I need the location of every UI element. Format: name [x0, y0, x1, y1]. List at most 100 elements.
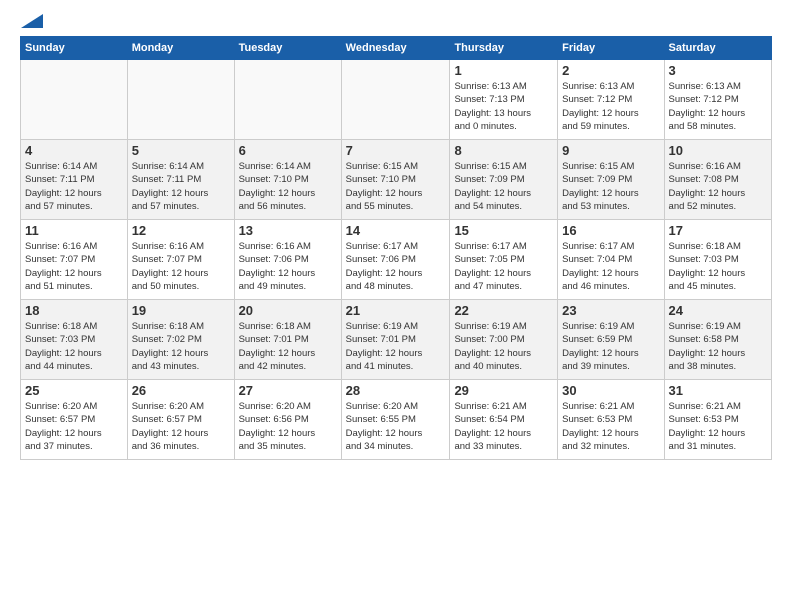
day-info: Sunrise: 6:15 AM Sunset: 7:09 PM Dayligh… [562, 160, 659, 213]
day-number: 22 [454, 303, 553, 318]
header [20, 16, 772, 28]
table-row: 21Sunrise: 6:19 AM Sunset: 7:01 PM Dayli… [341, 300, 450, 380]
day-info: Sunrise: 6:21 AM Sunset: 6:53 PM Dayligh… [562, 400, 659, 453]
calendar: Sunday Monday Tuesday Wednesday Thursday… [20, 36, 772, 460]
header-monday: Monday [127, 37, 234, 60]
header-tuesday: Tuesday [234, 37, 341, 60]
day-number: 12 [132, 223, 230, 238]
day-info: Sunrise: 6:18 AM Sunset: 7:02 PM Dayligh… [132, 320, 230, 373]
table-row [127, 60, 234, 140]
day-number: 7 [346, 143, 446, 158]
table-row: 11Sunrise: 6:16 AM Sunset: 7:07 PM Dayli… [21, 220, 128, 300]
day-info: Sunrise: 6:19 AM Sunset: 6:59 PM Dayligh… [562, 320, 659, 373]
day-number: 5 [132, 143, 230, 158]
table-row: 3 Sunrise: 6:13 AM Sunset: 7:12 PM Daylig… [664, 60, 771, 140]
table-row: 20 Sunrise: 6:18 AM Sunset: 7:01 PM Dayli… [234, 300, 341, 380]
table-row: 30Sunrise: 6:21 AM Sunset: 6:53 PM Dayli… [558, 380, 664, 460]
table-row: 13 Sunrise: 6:16 AM Sunset: 7:06 PM Dayli… [234, 220, 341, 300]
day-info: Sunrise: 6:14 AM Sunset: 7:11 PM Dayligh… [132, 160, 230, 213]
table-row: 23Sunrise: 6:19 AM Sunset: 6:59 PM Dayli… [558, 300, 664, 380]
day-number: 28 [346, 383, 446, 398]
table-row: 31Sunrise: 6:21 AM Sunset: 6:53 PM Dayli… [664, 380, 771, 460]
header-friday: Friday [558, 37, 664, 60]
day-info: Sunrise: 6:15 AM Sunset: 7:10 PM Dayligh… [346, 160, 446, 213]
day-number: 2 [562, 63, 659, 78]
table-row [21, 60, 128, 140]
day-info: Sunrise: 6:13 AM Sunset: 7:13 PM Dayligh… [454, 80, 553, 133]
table-row: 8 Sunrise: 6:15 AM Sunset: 7:09 PM Daylig… [450, 140, 558, 220]
header-saturday: Saturday [664, 37, 771, 60]
calendar-week-row: 25 Sunrise: 6:20 AM Sunset: 6:57 PM Dayli… [21, 380, 772, 460]
table-row: 19 Sunrise: 6:18 AM Sunset: 7:02 PM Dayli… [127, 300, 234, 380]
day-info: Sunrise: 6:19 AM Sunset: 7:01 PM Dayligh… [346, 320, 446, 373]
day-info: Sunrise: 6:20 AM Sunset: 6:55 PM Dayligh… [346, 400, 446, 453]
day-info: Sunrise: 6:16 AM Sunset: 7:07 PM Dayligh… [132, 240, 230, 293]
table-row: 10 Sunrise: 6:16 AM Sunset: 7:08 PM Dayli… [664, 140, 771, 220]
day-number: 14 [346, 223, 446, 238]
day-info: Sunrise: 6:18 AM Sunset: 7:01 PM Dayligh… [239, 320, 337, 373]
day-info: Sunrise: 6:14 AM Sunset: 7:11 PM Dayligh… [25, 160, 123, 213]
day-info: Sunrise: 6:20 AM Sunset: 6:57 PM Dayligh… [25, 400, 123, 453]
logo-icon [21, 14, 43, 28]
day-number: 27 [239, 383, 337, 398]
calendar-week-row: 4 Sunrise: 6:14 AM Sunset: 7:11 PM Daylig… [21, 140, 772, 220]
calendar-week-row: 11Sunrise: 6:16 AM Sunset: 7:07 PM Dayli… [21, 220, 772, 300]
table-row: 28 Sunrise: 6:20 AM Sunset: 6:55 PM Dayli… [341, 380, 450, 460]
day-number: 18 [25, 303, 123, 318]
day-info: Sunrise: 6:17 AM Sunset: 7:04 PM Dayligh… [562, 240, 659, 293]
day-info: Sunrise: 6:15 AM Sunset: 7:09 PM Dayligh… [454, 160, 553, 213]
days-header-row: Sunday Monday Tuesday Wednesday Thursday… [21, 37, 772, 60]
day-number: 24 [669, 303, 767, 318]
table-row: 9 Sunrise: 6:15 AM Sunset: 7:09 PM Daylig… [558, 140, 664, 220]
day-number: 16 [562, 223, 659, 238]
day-number: 20 [239, 303, 337, 318]
table-row: 14 Sunrise: 6:17 AM Sunset: 7:06 PM Dayli… [341, 220, 450, 300]
day-info: Sunrise: 6:13 AM Sunset: 7:12 PM Dayligh… [669, 80, 767, 133]
page: Sunday Monday Tuesday Wednesday Thursday… [0, 0, 792, 612]
day-number: 8 [454, 143, 553, 158]
day-number: 25 [25, 383, 123, 398]
day-info: Sunrise: 6:17 AM Sunset: 7:06 PM Dayligh… [346, 240, 446, 293]
day-info: Sunrise: 6:13 AM Sunset: 7:12 PM Dayligh… [562, 80, 659, 133]
day-info: Sunrise: 6:16 AM Sunset: 7:07 PM Dayligh… [25, 240, 123, 293]
table-row: 12 Sunrise: 6:16 AM Sunset: 7:07 PM Dayli… [127, 220, 234, 300]
day-info: Sunrise: 6:18 AM Sunset: 7:03 PM Dayligh… [25, 320, 123, 373]
header-wednesday: Wednesday [341, 37, 450, 60]
table-row: 7 Sunrise: 6:15 AM Sunset: 7:10 PM Daylig… [341, 140, 450, 220]
day-number: 31 [669, 383, 767, 398]
day-number: 1 [454, 63, 553, 78]
day-number: 17 [669, 223, 767, 238]
day-number: 10 [669, 143, 767, 158]
day-number: 6 [239, 143, 337, 158]
day-info: Sunrise: 6:19 AM Sunset: 7:00 PM Dayligh… [454, 320, 553, 373]
day-number: 4 [25, 143, 123, 158]
day-info: Sunrise: 6:18 AM Sunset: 7:03 PM Dayligh… [669, 240, 767, 293]
day-info: Sunrise: 6:16 AM Sunset: 7:06 PM Dayligh… [239, 240, 337, 293]
table-row [341, 60, 450, 140]
table-row: 1 Sunrise: 6:13 AM Sunset: 7:13 PM Daylig… [450, 60, 558, 140]
calendar-week-row: 1 Sunrise: 6:13 AM Sunset: 7:13 PM Daylig… [21, 60, 772, 140]
day-info: Sunrise: 6:14 AM Sunset: 7:10 PM Dayligh… [239, 160, 337, 213]
day-info: Sunrise: 6:17 AM Sunset: 7:05 PM Dayligh… [454, 240, 553, 293]
header-sunday: Sunday [21, 37, 128, 60]
day-info: Sunrise: 6:16 AM Sunset: 7:08 PM Dayligh… [669, 160, 767, 213]
table-row: 17 Sunrise: 6:18 AM Sunset: 7:03 PM Dayli… [664, 220, 771, 300]
table-row: 22 Sunrise: 6:19 AM Sunset: 7:00 PM Dayli… [450, 300, 558, 380]
table-row: 6 Sunrise: 6:14 AM Sunset: 7:10 PM Daylig… [234, 140, 341, 220]
day-number: 9 [562, 143, 659, 158]
table-row: 18 Sunrise: 6:18 AM Sunset: 7:03 PM Dayli… [21, 300, 128, 380]
day-number: 19 [132, 303, 230, 318]
day-number: 3 [669, 63, 767, 78]
table-row: 27 Sunrise: 6:20 AM Sunset: 6:56 PM Dayli… [234, 380, 341, 460]
table-row: 5 Sunrise: 6:14 AM Sunset: 7:11 PM Daylig… [127, 140, 234, 220]
day-number: 26 [132, 383, 230, 398]
table-row: 29Sunrise: 6:21 AM Sunset: 6:54 PM Dayli… [450, 380, 558, 460]
day-number: 13 [239, 223, 337, 238]
header-thursday: Thursday [450, 37, 558, 60]
table-row: 15Sunrise: 6:17 AM Sunset: 7:05 PM Dayli… [450, 220, 558, 300]
table-row: 26 Sunrise: 6:20 AM Sunset: 6:57 PM Dayli… [127, 380, 234, 460]
day-info: Sunrise: 6:20 AM Sunset: 6:56 PM Dayligh… [239, 400, 337, 453]
table-row: 4 Sunrise: 6:14 AM Sunset: 7:11 PM Daylig… [21, 140, 128, 220]
day-info: Sunrise: 6:21 AM Sunset: 6:54 PM Dayligh… [454, 400, 553, 453]
day-info: Sunrise: 6:20 AM Sunset: 6:57 PM Dayligh… [132, 400, 230, 453]
